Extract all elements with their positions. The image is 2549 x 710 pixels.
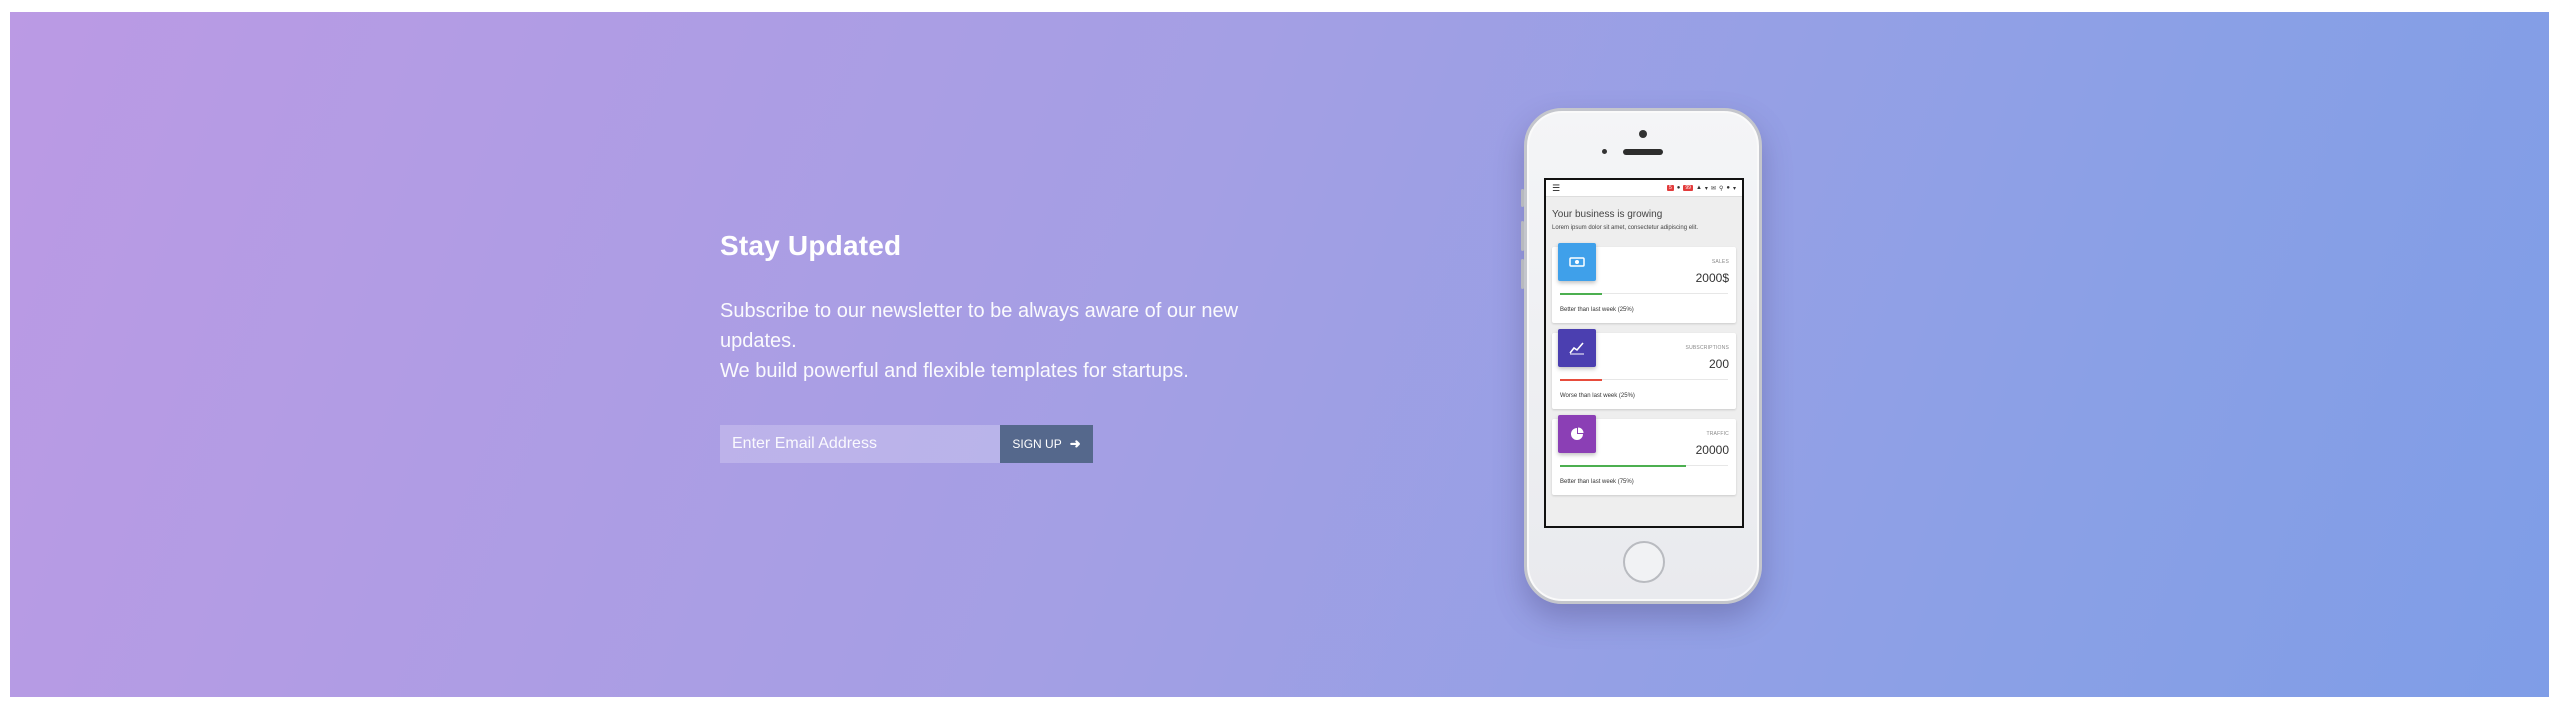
phone-mute-switch <box>1521 189 1524 207</box>
phone-sensor <box>1602 149 1607 154</box>
phone-volume-up <box>1521 221 1524 251</box>
stat-card-subscriptions: SUBSCRIPTIONS 200 Worse than last week (… <box>1552 329 1736 409</box>
phone-speaker <box>1623 149 1663 155</box>
phone-camera <box>1639 130 1647 138</box>
progress-fill <box>1560 378 1602 381</box>
stat-label: TRAFFIC <box>1706 431 1729 437</box>
money-icon <box>1558 243 1596 281</box>
subscribe-form: SIGN UP ➜ <box>720 425 1093 463</box>
stat-footer: Better than last week (75%) <box>1560 479 1634 485</box>
description-line-1: Subscribe to our newsletter to be always… <box>720 300 1239 352</box>
stat-progress <box>1560 378 1728 381</box>
profile-icon[interactable]: ● <box>1726 185 1730 191</box>
stat-value: 200 <box>1708 357 1729 371</box>
mail-icon[interactable]: ✉ <box>1711 185 1716 192</box>
phone-volume-down <box>1521 259 1524 289</box>
dashboard-intro: Your business is growing Lorem ipsum dol… <box>1546 197 1742 235</box>
stat-card-traffic: TRAFFIC 20000 Better than last week (75%… <box>1552 415 1736 495</box>
stat-footer: Worse than last week (25%) <box>1560 393 1635 399</box>
stat-progress <box>1560 464 1728 467</box>
chevron-down-icon[interactable]: ▾ <box>1733 185 1736 192</box>
stat-label: SUBSCRIPTIONS <box>1685 345 1729 351</box>
search-icon[interactable]: ⚲ <box>1719 185 1723 192</box>
stat-label: SALES <box>1711 259 1729 265</box>
progress-fill <box>1560 292 1602 295</box>
newsletter-copy: Stay Updated Subscribe to our newsletter… <box>720 230 1280 386</box>
description-line-2: We build powerful and flexible templates… <box>720 360 1189 382</box>
user-icon[interactable]: ● <box>1677 185 1681 191</box>
progress-fill <box>1560 464 1686 467</box>
signup-label: SIGN UP <box>1012 437 1062 451</box>
stat-progress <box>1560 292 1728 295</box>
section-title: Stay Updated <box>720 230 902 261</box>
messages-badge: 99 <box>1683 185 1693 191</box>
section-description: Subscribe to our newsletter to be always… <box>720 296 1280 386</box>
stat-value: 2000$ <box>1695 271 1729 285</box>
stat-footer: Better than last week (25%) <box>1560 307 1634 313</box>
navbar-actions: 5 ● 99 ▲ ▾ ✉ ⚲ ● ▾ <box>1666 185 1736 192</box>
bell-icon[interactable]: ▲ <box>1696 185 1702 191</box>
chart-line-icon <box>1558 329 1596 367</box>
stat-card-sales: SALES 2000$ Better than last week (25%) <box>1552 243 1736 323</box>
phone-home-button <box>1623 541 1665 583</box>
chevron-down-icon[interactable]: ▾ <box>1705 185 1708 192</box>
signup-button[interactable]: SIGN UP ➜ <box>1000 425 1093 463</box>
email-input[interactable] <box>720 425 1000 463</box>
intro-subtitle: Lorem ipsum dolor sit amet, consectetur … <box>1552 225 1699 231</box>
newsletter-section: Stay Updated Subscribe to our newsletter… <box>10 12 2549 697</box>
phone-screen: ☰ 5 ● 99 ▲ ▾ ✉ ⚲ ● ▾ Your business is gr… <box>1544 178 1744 528</box>
intro-title: Your business is growing <box>1552 209 1663 220</box>
stat-value: 20000 <box>1695 443 1729 457</box>
phone-mockup: ☰ 5 ● 99 ▲ ▾ ✉ ⚲ ● ▾ Your business is gr… <box>1521 108 1762 604</box>
dashboard-navbar: ☰ 5 ● 99 ▲ ▾ ✉ ⚲ ● ▾ <box>1546 180 1742 197</box>
notification-badge: 5 <box>1666 185 1674 191</box>
hamburger-icon[interactable]: ☰ <box>1552 183 1560 194</box>
pie-chart-icon <box>1558 415 1596 453</box>
arrow-right-icon: ➜ <box>1069 436 1081 451</box>
